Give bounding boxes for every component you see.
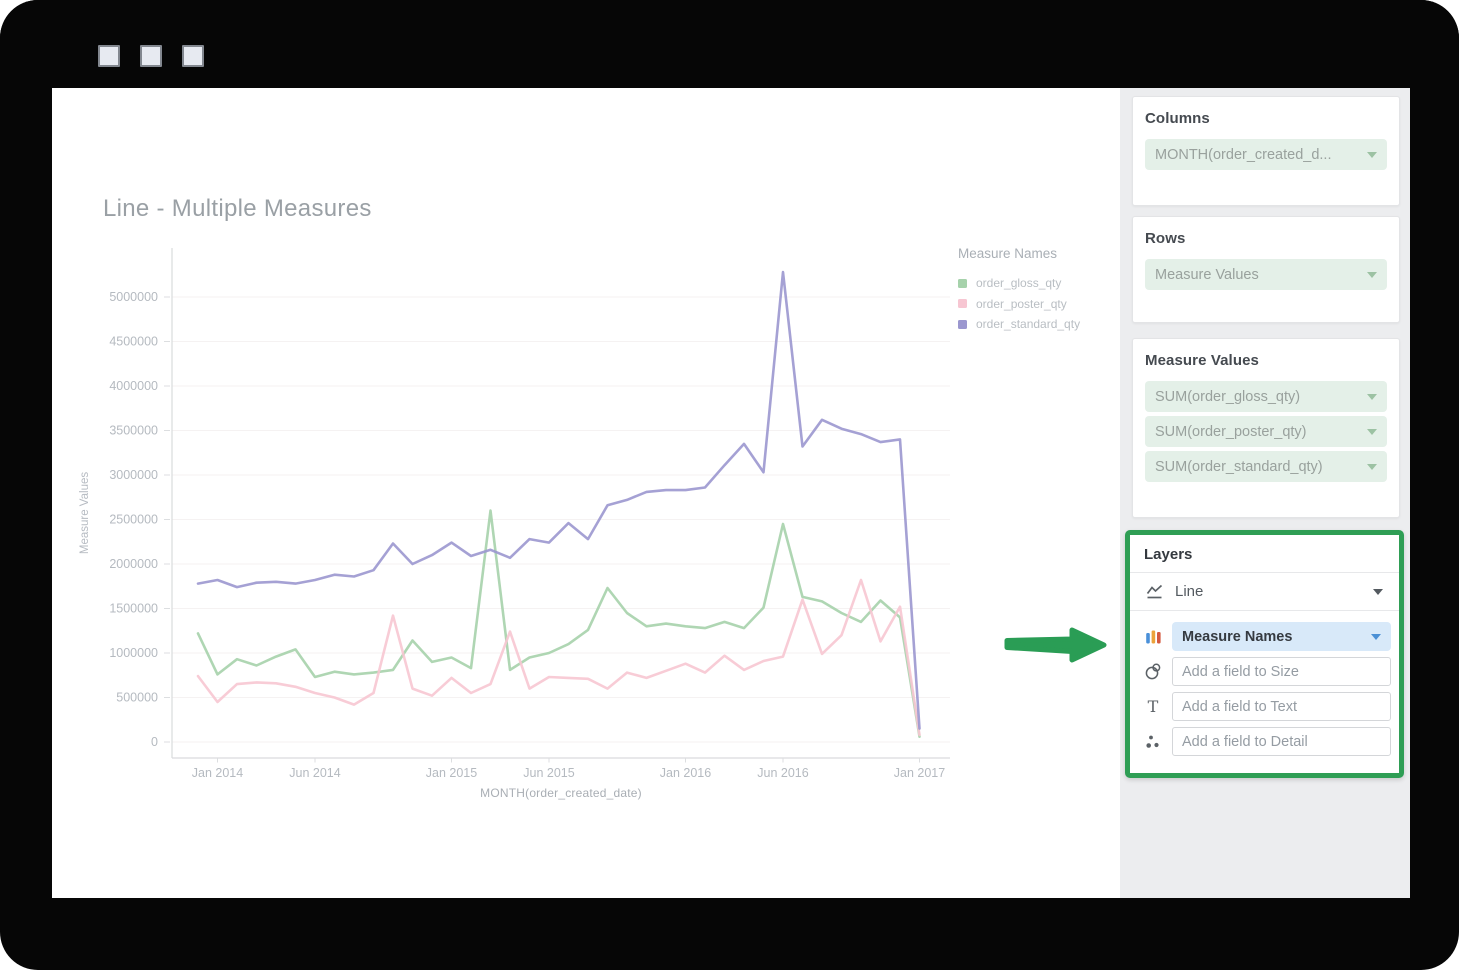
- measure-value-pill-standard[interactable]: SUM(order_standard_qty): [1145, 451, 1387, 482]
- y-tick-label: 1000000: [109, 646, 158, 660]
- series-line-order_poster_qty: [198, 580, 920, 735]
- measure-values-shelf: Measure Values SUM(order_gloss_qty) SUM(…: [1132, 338, 1400, 518]
- x-tick-label: Jun 2015: [523, 766, 574, 780]
- legend-items: order_gloss_qty order_poster_qty order_sta…: [958, 273, 1080, 335]
- green-arrow-annotation: [1000, 622, 1112, 670]
- measure-value-label: SUM(order_standard_qty): [1155, 459, 1323, 475]
- color-bars-icon: [1142, 629, 1164, 645]
- color-mark-row: Measure Names: [1142, 622, 1391, 651]
- x-axis-title: MONTH(order_created_date): [411, 786, 711, 800]
- series-line-order_standard_qty: [198, 272, 920, 728]
- y-tick-label: 3000000: [109, 468, 158, 482]
- rows-field-label: Measure Values: [1155, 267, 1259, 283]
- measure-value-label: SUM(order_gloss_qty): [1155, 389, 1300, 405]
- y-tick-label: 0: [151, 735, 158, 749]
- chevron-down-icon[interactable]: [1367, 394, 1377, 400]
- chart-title: Line - Multiple Measures: [103, 195, 372, 223]
- chart-legend: Measure Names order_gloss_qty order_poste…: [958, 246, 1080, 335]
- legend-swatch: [958, 279, 967, 288]
- x-tick-label: Jun 2016: [757, 766, 808, 780]
- x-tick-label: Jan 2017: [894, 766, 945, 780]
- chart-canvas: 0 500000 1000000 1500000 2000000 2500000 30000…: [52, 88, 1120, 898]
- app-window: 0 500000 1000000 1500000 2000000 2500000 30000…: [0, 0, 1459, 970]
- text-field-input[interactable]: [1172, 692, 1391, 721]
- arrow-shape: [1007, 630, 1104, 660]
- color-field-pill[interactable]: Measure Names: [1172, 622, 1391, 651]
- legend-label: order_poster_qty: [976, 297, 1067, 311]
- measure-values-title: Measure Values: [1145, 352, 1387, 369]
- line-chart-icon: [1146, 584, 1163, 599]
- columns-field-label: MONTH(order_created_d...: [1155, 147, 1331, 163]
- legend-label: order_standard_qty: [976, 317, 1080, 331]
- rows-shelf-title: Rows: [1145, 230, 1387, 247]
- field-sidebar: Columns MONTH(order_created_d... Rows Me…: [1120, 88, 1410, 898]
- y-tick-label: 500000: [116, 691, 158, 705]
- y-tick-label: 3500000: [109, 424, 158, 438]
- columns-shelf: Columns MONTH(order_created_d...: [1132, 96, 1400, 206]
- y-axis-title: Measure Values: [79, 453, 91, 573]
- window-button-3[interactable]: [182, 45, 204, 67]
- legend-item-order_gloss_qty[interactable]: order_gloss_qty: [958, 273, 1080, 294]
- color-field-label: Measure Names: [1182, 629, 1292, 645]
- chevron-down-icon[interactable]: [1371, 634, 1381, 640]
- y-tick-label: 4500000: [109, 335, 158, 349]
- chevron-down-icon[interactable]: [1367, 272, 1377, 278]
- legend-title: Measure Names: [958, 246, 1080, 261]
- columns-field-pill[interactable]: MONTH(order_created_d...: [1145, 139, 1387, 170]
- chevron-down-icon[interactable]: [1373, 589, 1383, 595]
- x-tick-label: Jan 2014: [192, 766, 243, 780]
- layers-panel-title: Layers: [1130, 535, 1399, 572]
- window-button-2[interactable]: [140, 45, 162, 67]
- y-tick-label: 2500000: [109, 513, 158, 527]
- detail-mark-row: [1142, 727, 1391, 756]
- legend-item-order_standard_qty[interactable]: order_standard_qty: [958, 314, 1080, 335]
- chevron-down-icon[interactable]: [1367, 429, 1377, 435]
- measure-value-pill-gloss[interactable]: SUM(order_gloss_qty): [1145, 381, 1387, 412]
- chevron-down-icon[interactable]: [1367, 464, 1377, 470]
- rows-shelf: Rows Measure Values: [1132, 216, 1400, 323]
- marks-section: Measure Names T: [1130, 611, 1399, 772]
- y-tick-label: 1500000: [109, 602, 158, 616]
- rows-field-pill[interactable]: Measure Values: [1145, 259, 1387, 290]
- legend-item-order_poster_qty[interactable]: order_poster_qty: [958, 294, 1080, 315]
- layers-panel: Layers Line: [1125, 530, 1404, 778]
- y-tick-label: 5000000: [109, 290, 158, 304]
- text-mark-row: T: [1142, 692, 1391, 721]
- x-tick-label: Jan 2015: [426, 766, 477, 780]
- window-button-1[interactable]: [98, 45, 120, 67]
- legend-label: order_gloss_qty: [976, 276, 1061, 290]
- measure-value-pill-poster[interactable]: SUM(order_poster_qty): [1145, 416, 1387, 447]
- legend-swatch: [958, 299, 967, 308]
- y-tick-label: 2000000: [109, 557, 158, 571]
- columns-shelf-title: Columns: [1145, 110, 1387, 127]
- legend-swatch: [958, 320, 967, 329]
- y-tick-label: 4000000: [109, 379, 158, 393]
- detail-field-input[interactable]: [1172, 727, 1391, 756]
- layer-type-label: Line: [1175, 583, 1203, 600]
- text-icon: T: [1142, 697, 1164, 716]
- chevron-down-icon[interactable]: [1367, 152, 1377, 158]
- measure-value-label: SUM(order_poster_qty): [1155, 424, 1307, 440]
- size-mark-row: [1142, 657, 1391, 686]
- layer-type-selector[interactable]: Line: [1130, 573, 1399, 610]
- detail-dots-icon: [1142, 734, 1164, 750]
- x-tick-label: Jan 2016: [660, 766, 711, 780]
- size-circles-icon: [1142, 663, 1164, 680]
- window-titlebar: [0, 0, 1459, 88]
- x-tick-label: Jun 2014: [289, 766, 340, 780]
- size-field-input[interactable]: [1172, 657, 1391, 686]
